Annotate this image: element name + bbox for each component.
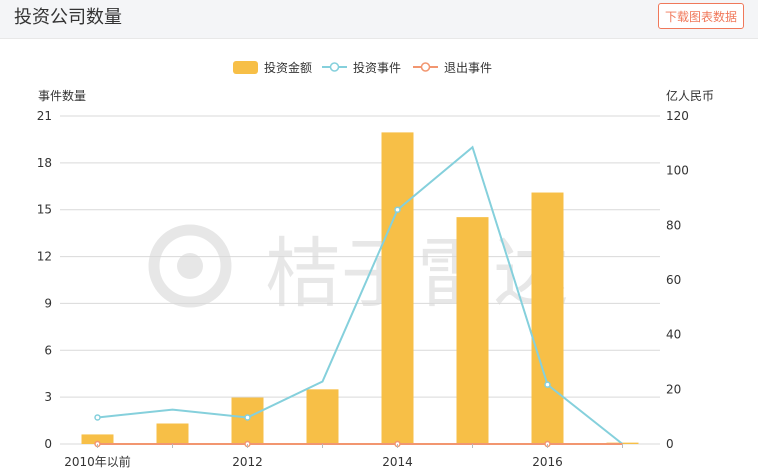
page-title: 投资公司数量 <box>14 7 122 28</box>
left-axis-tick-label: 3 <box>44 390 52 404</box>
right-axis-tick-label: 100 <box>666 164 689 178</box>
left-axis-tick-label: 6 <box>44 343 52 357</box>
legend-bar-swatch <box>233 61 258 74</box>
x-axis-tick-label: 2016 <box>532 455 563 469</box>
watermark: 桔子雷达 <box>148 224 569 318</box>
x-axis-tick-label: 2014 <box>382 455 413 469</box>
legend-label: 投资金额 <box>264 60 312 75</box>
series-point <box>94 414 101 421</box>
left-axis-tick-label: 15 <box>37 203 52 217</box>
legend-marker <box>420 62 431 72</box>
right-axis-tick-label: 80 <box>666 218 681 232</box>
bar <box>306 389 339 444</box>
right-axis-tick-label: 0 <box>666 437 674 451</box>
legend-label: 投资事件 <box>353 60 401 75</box>
bar <box>456 217 489 444</box>
series-point <box>394 206 401 213</box>
left-axis-tick-label: 9 <box>44 296 52 310</box>
right-axis-tick-label: 120 <box>666 109 689 123</box>
legend-item[interactable]: 退出事件 <box>413 61 492 75</box>
bar <box>156 423 189 444</box>
bar <box>531 192 564 444</box>
right-axis-tick-label: 40 <box>666 328 681 342</box>
left-axis-title: 事件数量 <box>38 88 86 103</box>
legend-label: 退出事件 <box>444 61 492 75</box>
right-axis-tick-label: 20 <box>666 382 681 396</box>
legend[interactable]: 投资金额 投资事件 退出事件 <box>233 60 492 75</box>
chart-header: 投资公司数量 下载图表数据 <box>0 0 758 39</box>
bar <box>381 132 414 444</box>
legend-item[interactable]: 投资事件 <box>322 60 401 75</box>
legend-item[interactable]: 投资金额 <box>233 60 312 75</box>
left-axis-tick-label: 0 <box>44 437 52 451</box>
x-axis-tick-label: 2010年以前 <box>64 454 131 469</box>
left-axis-tick-label: 21 <box>37 109 52 123</box>
left-axis-tick-label: 18 <box>37 156 52 170</box>
download-data-button[interactable]: 下载图表数据 <box>657 3 744 29</box>
x-axis-tick-label: 2012 <box>232 455 263 469</box>
watermark-text: 桔子雷达 <box>265 229 569 318</box>
legend-marker <box>329 62 340 72</box>
series-point <box>244 414 251 421</box>
bar <box>231 397 264 444</box>
left-axis-tick-label: 12 <box>37 250 52 264</box>
series-point <box>544 381 551 388</box>
investment-chart: 桔子雷达 0 3 6 9 12 15 18 21 0 20 40 60 80 100 120 事件数量 亿人民币… <box>37 60 714 469</box>
right-axis-tick-label: 60 <box>666 273 681 287</box>
right-axis-title: 亿人民币 <box>666 88 714 103</box>
